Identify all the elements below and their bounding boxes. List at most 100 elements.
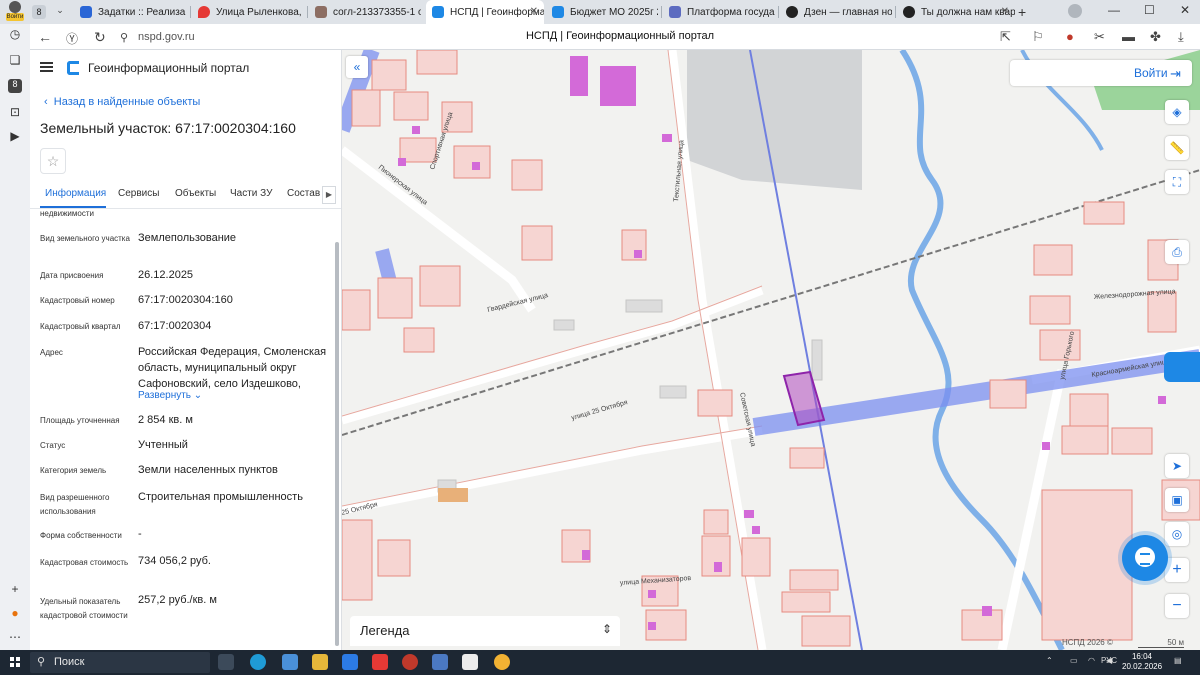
collections-icon[interactable]: ❏ [8, 53, 22, 67]
menu-icon[interactable] [40, 62, 53, 72]
attr-value: 734 056,2 руб. [138, 555, 211, 567]
task-view-icon[interactable] [218, 654, 234, 670]
attribution: НСПД 2026 © [1062, 638, 1113, 647]
notifications-icon[interactable]: ▤ [1174, 656, 1182, 665]
back-arrow-icon[interactable]: ← [38, 29, 52, 45]
attr-value: - [138, 528, 142, 540]
tabs-scroll-right-icon[interactable]: ▶ [322, 186, 336, 204]
os-taskbar: ⚲ Поиск ⌃ ▭ ◠ ◀ РУС 16:04 20.02.2026 ▤ [0, 650, 1200, 675]
tab-label: Задатки :: Реализация [98, 6, 186, 18]
tab-separator [895, 6, 896, 18]
expand-address-link[interactable]: Развернуть ⌄ [138, 390, 202, 401]
map-view[interactable]: Пионерская улица Спортивная улица Гварде… [342, 50, 1200, 650]
extension-icon[interactable]: ● [1066, 29, 1074, 44]
tray-chevron-icon[interactable]: ⌃ [1046, 656, 1053, 665]
print-icon[interactable]: ⎙ [1165, 240, 1189, 264]
tab-count-icon[interactable]: 8 [8, 79, 22, 93]
outbuildings [437, 299, 823, 493]
history-icon[interactable]: ◷ [8, 27, 22, 41]
minimap-icon[interactable]: ▣ [1165, 488, 1189, 512]
scrollbar-thumb[interactable] [335, 242, 339, 646]
info-tabs: Информация Сервисы Объекты Части ЗУ Сост… [30, 183, 341, 209]
new-tab-plus-icon[interactable]: + [1018, 4, 1026, 20]
profile-circle-icon[interactable] [1068, 4, 1082, 18]
panel-scrollbar[interactable] [334, 210, 340, 646]
attr-label: Площадь уточненная [40, 416, 120, 425]
start-windows-icon[interactable] [10, 657, 20, 667]
tab-composition[interactable]: Состав [287, 188, 320, 199]
reader-icon[interactable]: ▬ [1122, 29, 1135, 44]
share-icon[interactable]: ⇱ [1000, 29, 1011, 45]
add-sidebar-icon[interactable]: + [8, 582, 22, 596]
attr-value: Землепользование [138, 232, 237, 244]
tab-zadatki[interactable]: Задатки :: Реализация [74, 0, 186, 24]
attr-label: недвижимости [40, 210, 94, 218]
geolocation-icon[interactable]: ◎ [1165, 522, 1189, 546]
tab-objects[interactable]: Объекты [175, 188, 216, 199]
minimize-icon[interactable]: — [1108, 3, 1120, 17]
tab-kvartira[interactable]: Ты должна нам квартир ✕ [897, 0, 1015, 24]
locate-arrow-icon[interactable]: ➤ [1165, 454, 1189, 478]
more-icon[interactable]: ⋯ [8, 630, 22, 644]
wifi-icon[interactable]: ◠ [1088, 656, 1095, 665]
tab-parts[interactable]: Части ЗУ [230, 188, 272, 199]
nspd-logo-icon [552, 6, 564, 18]
tab-rylenkova[interactable]: Улица Рыленкова, 40 – [192, 0, 304, 24]
edge-icon[interactable] [250, 654, 266, 670]
yandex-icon[interactable] [432, 654, 448, 670]
legend-bar[interactable]: Легенда ⇕ [350, 616, 620, 646]
back-to-results-link[interactable]: ‹ Назад в найденные объекты [44, 96, 200, 108]
tab-list-chevron-icon[interactable]: ⌄ [52, 5, 68, 19]
profile-avatar[interactable]: Войти [6, 1, 24, 23]
monitor-icon[interactable] [462, 654, 478, 670]
ruler-icon[interactable]: 📏 [1165, 136, 1189, 160]
zoom-in-icon[interactable]: + [1165, 558, 1189, 582]
garage-building [438, 488, 468, 502]
collapse-panel-icon[interactable]: « [346, 56, 368, 78]
reload-icon[interactable]: ↻ [94, 29, 106, 46]
attr-value: 67:17:0020304 [138, 320, 212, 332]
explorer-icon[interactable] [312, 654, 328, 670]
legend-label: Легенда [360, 623, 410, 638]
site-info-icon[interactable]: ⚲ [120, 31, 128, 44]
chat-support-button[interactable] [1122, 535, 1168, 581]
alice-icon[interactable]: ● [8, 606, 22, 620]
close-window-icon[interactable]: ✕ [1180, 3, 1190, 17]
network-icon[interactable]: ▭ [1070, 656, 1078, 665]
url-field[interactable]: nspd.gov.ru [138, 31, 195, 43]
input-language[interactable]: РУС [1101, 656, 1117, 665]
play-icon[interactable]: ▶ [8, 129, 22, 143]
app-icon[interactable] [402, 654, 418, 670]
select-area-icon[interactable]: ⛶ [1165, 170, 1189, 194]
tab-counter[interactable]: 8 [32, 5, 46, 19]
tools-icon[interactable]: ✂ [1094, 29, 1105, 45]
clock[interactable]: 16:04 20.02.2026 [1122, 652, 1162, 672]
bookmark-icon[interactable]: ⚐ [1032, 29, 1044, 45]
tab-platform[interactable]: Платформа государств [663, 0, 775, 24]
yandex-browser-icon[interactable] [372, 654, 388, 670]
tab-dzen[interactable]: Дзен — главная новост [780, 0, 892, 24]
favorite-star-icon[interactable]: ☆ [40, 148, 66, 174]
login-button[interactable]: Войти ⇥ [1010, 60, 1192, 86]
attr-value: 67:17:0020304:160 [138, 294, 233, 306]
zoom-out-icon[interactable]: − [1165, 594, 1189, 618]
taskbar-search[interactable]: ⚲ Поиск [30, 652, 210, 673]
layers-icon[interactable]: ◈ [1165, 100, 1189, 124]
maximize-icon[interactable]: ☐ [1144, 3, 1155, 17]
puzzle-icon[interactable]: ✤ [1150, 29, 1161, 45]
close-tab-icon[interactable]: ✕ [1001, 6, 1009, 17]
messenger-icon[interactable]: ⊡ [8, 105, 22, 119]
tab-sogl[interactable]: согл-213373355-1 от 20 [309, 0, 421, 24]
tab-information[interactable]: Информация [45, 188, 106, 199]
tab-services[interactable]: Сервисы [118, 188, 159, 199]
tab-separator [307, 6, 308, 18]
store-icon[interactable] [282, 654, 298, 670]
download-icon[interactable]: ⤓ [1178, 29, 1184, 45]
assistant-badge-icon[interactable] [1164, 352, 1200, 382]
tab-nspd[interactable]: НСПД | Геоинформа ✕ [426, 0, 544, 24]
close-tab-icon[interactable]: ✕ [530, 6, 538, 17]
tab-budget[interactable]: Бюджет МО 2025г 24.2 [546, 0, 658, 24]
yandex-icon[interactable]: Ⓨ [66, 30, 78, 47]
mail-icon[interactable] [342, 654, 358, 670]
chrome-icon[interactable] [494, 654, 510, 670]
